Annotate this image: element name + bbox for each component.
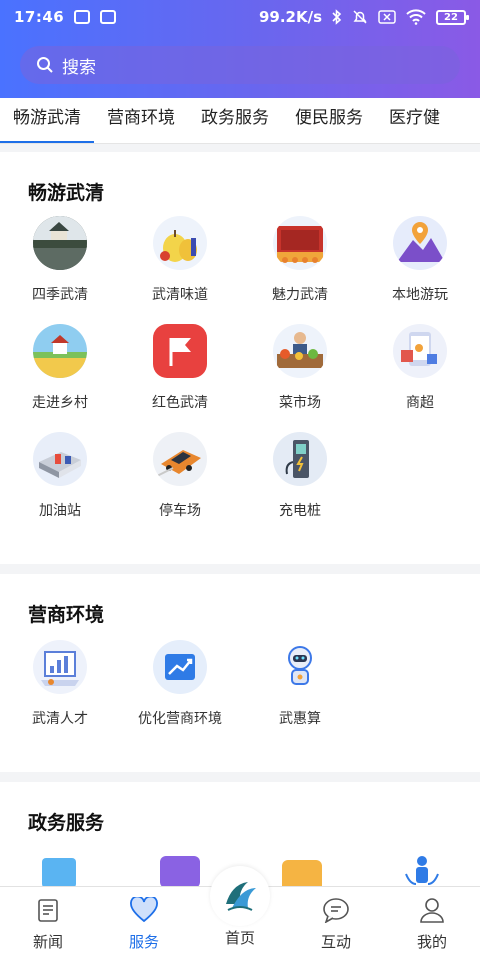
grid-item-parking[interactable]: 停车场 bbox=[120, 432, 240, 520]
grid-item-wuhuisuan[interactable]: 武惠算 bbox=[240, 640, 360, 728]
search-placeholder: 搜索 bbox=[62, 57, 96, 78]
section-title: 政务服务 bbox=[28, 812, 105, 834]
grid-item-charm[interactable]: 魅力武清 bbox=[240, 216, 360, 304]
chat-icon bbox=[323, 898, 349, 924]
grid-item-optimize[interactable]: 优化营商环境 bbox=[120, 640, 240, 728]
grid-item-label: 本地游玩 bbox=[392, 287, 448, 303]
location-mountain-icon bbox=[393, 216, 447, 270]
supermarket-icon bbox=[393, 324, 447, 378]
grid-item-talent[interactable]: 武清人才 bbox=[0, 640, 120, 728]
nav-label: 我的 bbox=[416, 933, 447, 951]
grid-item-red[interactable]: 红色武清 bbox=[120, 324, 240, 412]
tower-lake-icon bbox=[33, 216, 87, 270]
gov-icon-doc[interactable] bbox=[42, 858, 76, 888]
tab-convenience[interactable]: 便民服务 bbox=[282, 98, 363, 143]
tab-medical[interactable]: 医疗健 bbox=[376, 98, 440, 143]
parking-car-icon bbox=[153, 432, 207, 486]
grid-item-label: 武清人才 bbox=[32, 711, 88, 727]
grid-item-local[interactable]: 本地游玩 bbox=[360, 216, 480, 304]
business-section: 营商环境 武清人才 优化营商环境 武惠算 bbox=[0, 574, 480, 772]
grid-item-market[interactable]: 菜市场 bbox=[240, 324, 360, 412]
status-time: 17:46 bbox=[14, 8, 65, 26]
grid-item-charging[interactable]: 充电桩 bbox=[240, 432, 360, 520]
grid-item-label: 红色武清 bbox=[152, 395, 208, 411]
gov-icon-desk[interactable] bbox=[282, 860, 322, 888]
nav-label: 互动 bbox=[320, 933, 351, 951]
search-bar[interactable]: 搜索 bbox=[20, 46, 460, 84]
grid-item-gas[interactable]: 加油站 bbox=[0, 432, 120, 520]
home-logo-icon[interactable] bbox=[210, 866, 270, 926]
grid-item-label: 走进乡村 bbox=[32, 395, 88, 411]
gov-icon-phone[interactable] bbox=[160, 856, 200, 888]
heart-icon bbox=[130, 895, 158, 923]
battery-icon: 22 bbox=[436, 9, 469, 25]
app-notification-icon bbox=[100, 10, 117, 24]
tour-section: 畅游武清 四季武清 武清味道 魅力武清 本地游玩 走进乡村 红色武清 菜市场 商… bbox=[0, 152, 480, 564]
grid-item-label: 魅力武清 bbox=[272, 287, 328, 303]
grid-item-label: 四季武清 bbox=[32, 287, 88, 303]
grid-item-flavor[interactable]: 武清味道 bbox=[120, 216, 240, 304]
grid-item-label: 菜市场 bbox=[279, 395, 321, 411]
nav-interact[interactable]: 互动 bbox=[288, 887, 384, 960]
nav-mine[interactable]: 我的 bbox=[384, 887, 480, 960]
sim-off-icon bbox=[378, 10, 396, 24]
grid-item-label: 武惠算 bbox=[279, 711, 321, 727]
farmhouse-icon bbox=[33, 324, 87, 378]
wifi-icon bbox=[406, 9, 426, 25]
grid-item-label: 加油站 bbox=[39, 503, 81, 519]
charging-pile-icon bbox=[273, 432, 327, 486]
app-header: 17:46 99.2K/s 22 搜索 bbox=[0, 0, 480, 98]
grid-item-label: 商超 bbox=[406, 395, 434, 411]
tab-gov[interactable]: 政务服务 bbox=[188, 98, 269, 143]
nav-label: 服务 bbox=[128, 933, 159, 951]
category-tabs: 畅游武清 营商环境 政务服务 便民服务 医疗健 bbox=[0, 98, 480, 144]
profile-icon bbox=[420, 898, 444, 923]
grid-item-label: 停车场 bbox=[159, 503, 201, 519]
robot-icon bbox=[273, 640, 327, 694]
tab-business[interactable]: 营商环境 bbox=[94, 98, 175, 143]
nav-news[interactable]: 新闻 bbox=[0, 887, 96, 960]
gas-station-icon bbox=[33, 432, 87, 486]
notification-icon bbox=[74, 10, 91, 24]
tab-tour[interactable]: 畅游武清 bbox=[0, 98, 94, 143]
growth-chart-icon bbox=[153, 640, 207, 694]
section-title: 畅游武清 bbox=[28, 182, 105, 204]
red-flag-icon bbox=[153, 324, 207, 378]
grid-item-label: 充电桩 bbox=[279, 503, 321, 519]
grid-item-seasons[interactable]: 四季武清 bbox=[0, 216, 120, 304]
stage-icon bbox=[273, 216, 327, 270]
grid-item-supermarket[interactable]: 商超 bbox=[360, 324, 480, 412]
mute-bell-icon bbox=[353, 10, 367, 24]
grid-item-label: 优化营商环境 bbox=[138, 711, 222, 727]
fruit-icon bbox=[153, 216, 207, 270]
nav-label: 新闻 bbox=[32, 933, 63, 951]
battery-level: 22 bbox=[444, 11, 458, 23]
grid-item-village[interactable]: 走进乡村 bbox=[0, 324, 120, 412]
bluetooth-icon bbox=[332, 9, 342, 25]
network-speed: 99.2K/s bbox=[258, 8, 322, 26]
grid-item-label: 武清味道 bbox=[152, 287, 208, 303]
vegetable-stall-icon bbox=[273, 324, 327, 378]
talent-chart-icon bbox=[33, 640, 87, 694]
status-bar: 17:46 99.2K/s 22 bbox=[0, 0, 480, 34]
nav-label: 首页 bbox=[224, 929, 255, 947]
news-icon bbox=[38, 899, 58, 922]
section-title: 营商环境 bbox=[28, 604, 105, 626]
gov-icon-person[interactable] bbox=[402, 854, 442, 888]
nav-service[interactable]: 服务 bbox=[96, 887, 192, 960]
search-icon bbox=[37, 57, 53, 73]
